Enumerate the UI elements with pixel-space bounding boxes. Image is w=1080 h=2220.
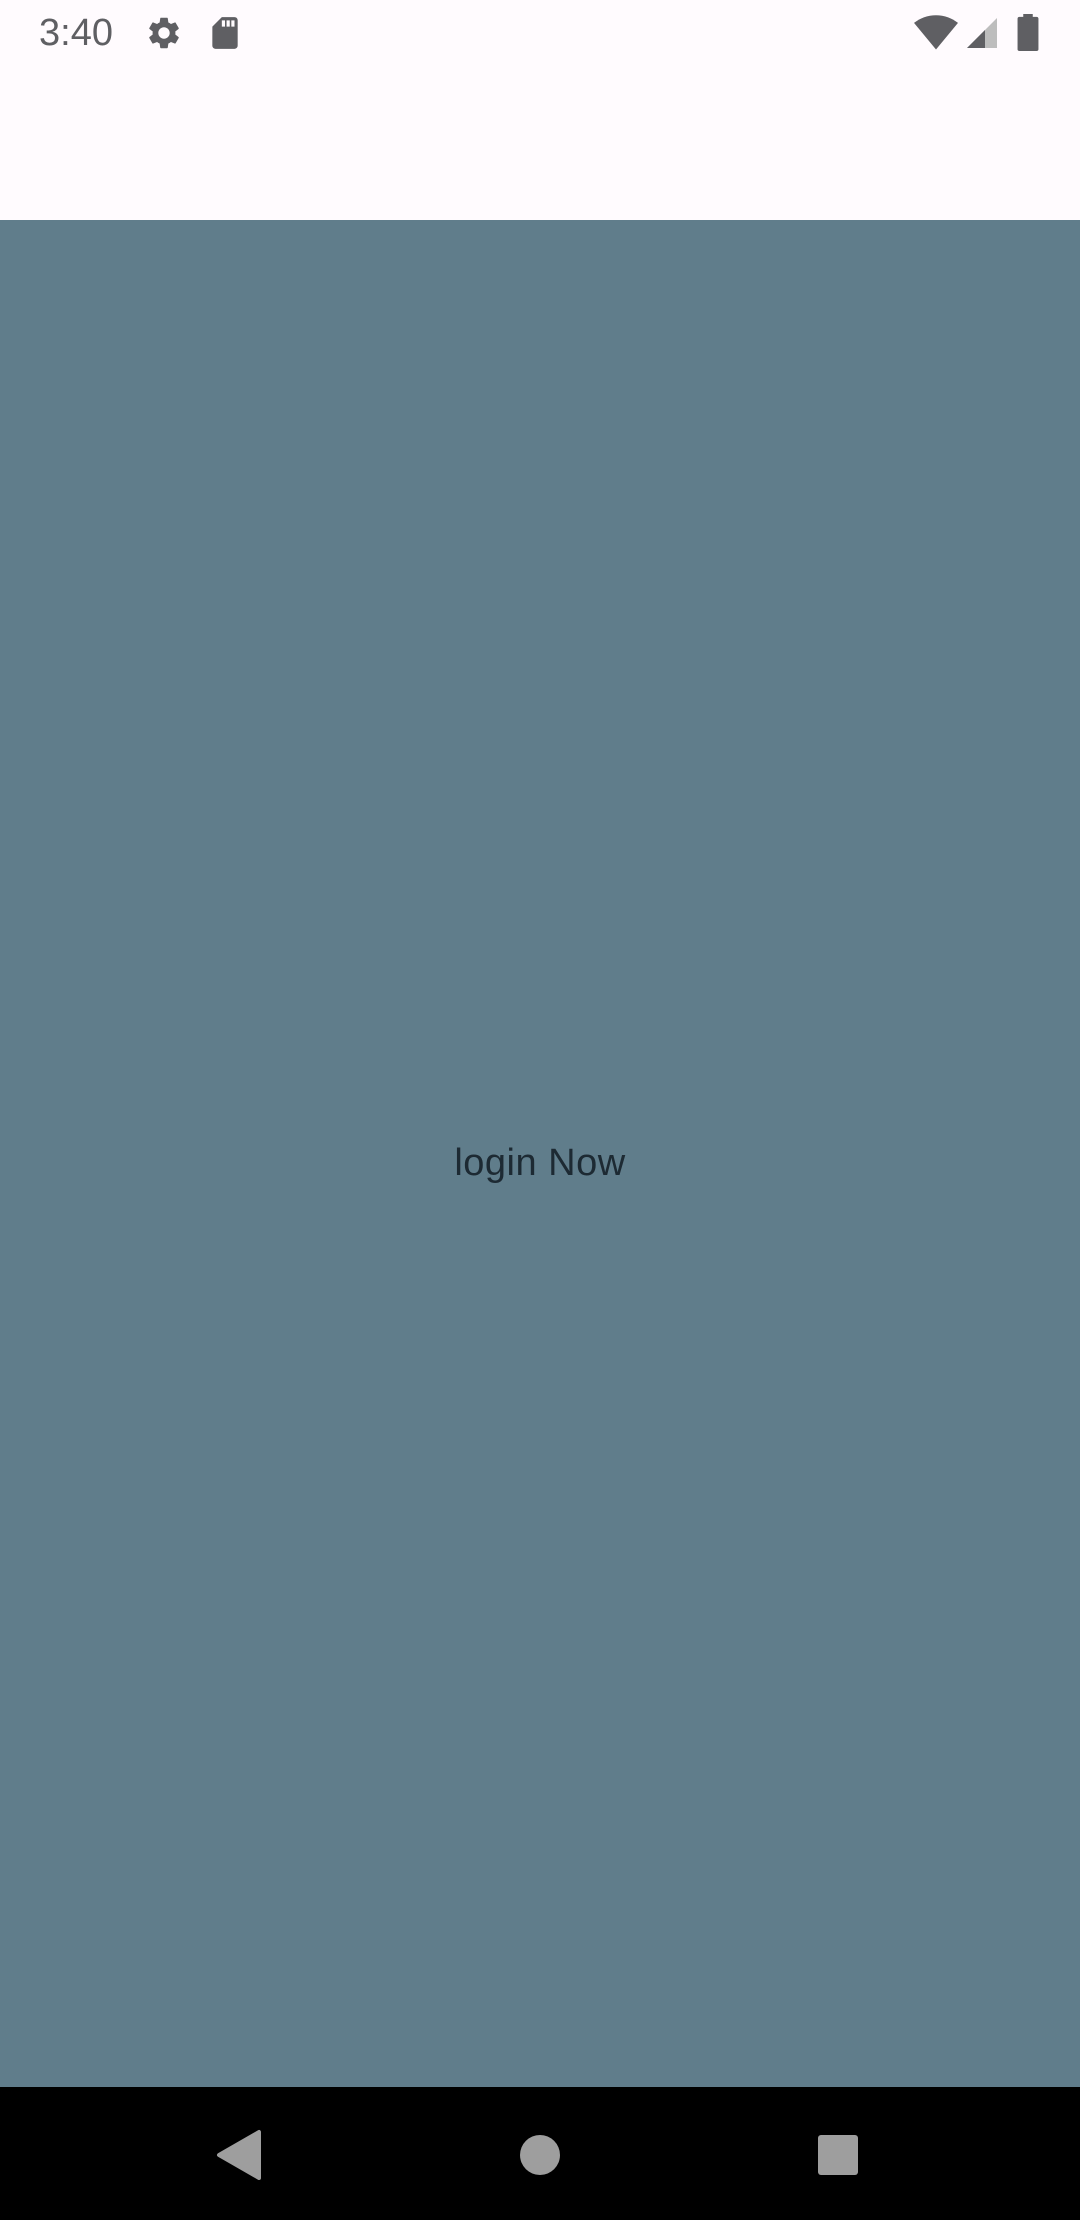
recents-icon[interactable]: [798, 2115, 878, 2195]
battery-icon: [1016, 14, 1040, 52]
app-bar: [0, 66, 1080, 220]
screen: 3:40 login Now: [0, 0, 1080, 2220]
status-bar: 3:40: [0, 0, 1080, 66]
navigation-bar: [0, 2087, 1080, 2220]
gear-icon: [145, 14, 183, 52]
sd-card-icon: [206, 14, 244, 52]
back-icon[interactable]: [200, 2115, 280, 2195]
cellular-signal-icon: [964, 14, 1002, 52]
login-now-link[interactable]: login Now: [454, 1142, 625, 1185]
home-icon[interactable]: [500, 2115, 580, 2195]
wifi-icon: [914, 14, 958, 52]
status-time: 3:40: [39, 12, 113, 54]
main-content: login Now: [0, 220, 1080, 2087]
